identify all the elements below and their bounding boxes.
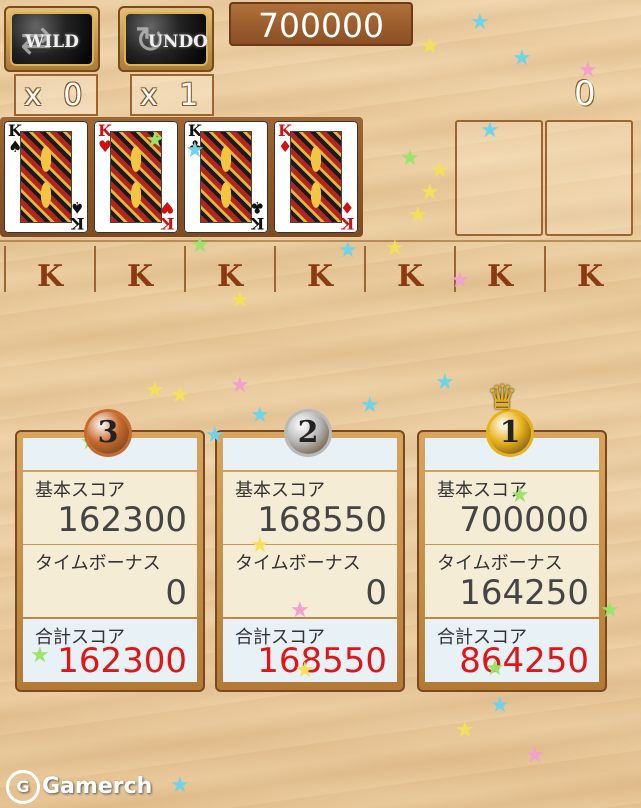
sparkle-star-icon: ★: [145, 378, 165, 403]
base-score-label: 基本スコア: [235, 480, 325, 501]
result-panel-2: 基本スコア 168550 タイムボーナス 0 合計スコア 168550: [215, 430, 405, 692]
result-panel-1: 基本スコア 700000 タイムボーナス 164250 合計スコア 864250: [417, 430, 607, 692]
empty-card-slot[interactable]: [545, 120, 633, 236]
time-bonus-value: 164250: [459, 573, 589, 613]
card-index-bottom: K ♥: [159, 198, 174, 233]
sparkle-star-icon: ★: [490, 693, 510, 718]
sparkle-star-icon: ★: [360, 393, 380, 418]
time-bonus-label: タイムボーナス: [437, 553, 563, 574]
watermark-text: Gamerch: [42, 774, 153, 799]
score-value: 700000: [258, 6, 384, 45]
rank-label: K: [94, 246, 184, 294]
sparkle-star-icon: ★: [190, 233, 210, 258]
wild-label: WILD: [25, 32, 79, 52]
wild-count-text: x 0: [24, 78, 89, 113]
king-face-art: [200, 131, 252, 223]
card-index-bottom: K ♠: [69, 198, 84, 233]
undo-label: UNDO: [148, 32, 208, 52]
sparkle-star-icon: ★: [600, 598, 620, 623]
sparkle-star-icon: ★: [430, 158, 450, 183]
undo-counter: x 1: [130, 74, 214, 116]
wild-counter: x 0: [14, 74, 98, 116]
base-score-value: 168550: [257, 500, 387, 540]
rank-medal-icon: 3: [87, 412, 129, 454]
sparkle-star-icon: ★: [435, 370, 455, 395]
sparkle-star-icon: ★: [578, 58, 598, 83]
base-score-label: 基本スコア: [35, 480, 125, 501]
sparkle-star-icon: ★: [512, 46, 532, 71]
time-bonus-value: 0: [165, 573, 187, 613]
king-face-art: [290, 131, 342, 223]
sparkle-star-icon: ★: [400, 146, 420, 171]
total-score-value: 162300: [57, 641, 187, 681]
sparkle-star-icon: ★: [170, 773, 190, 798]
sparkle-star-icon: ★: [30, 643, 50, 668]
sparkle-star-icon: ★: [290, 598, 310, 623]
card-index-bottom: K ♣: [249, 198, 264, 233]
rank-label: K: [544, 246, 634, 294]
total-score-value: 168550: [257, 641, 387, 681]
sparkle-star-icon: ★: [525, 743, 545, 768]
wild-button[interactable]: ⇄ WILD: [4, 6, 100, 72]
gamerch-watermark: G Gamerch: [6, 770, 152, 804]
sparkle-star-icon: ★: [485, 656, 505, 681]
score-display: 700000: [229, 2, 413, 46]
crown-icon: ♛: [487, 378, 518, 418]
playing-card[interactable]: K ♥ K ♥: [94, 121, 178, 233]
sparkle-star-icon: ★: [470, 10, 490, 35]
sparkle-star-icon: ★: [185, 138, 205, 163]
sparkle-star-icon: ★: [230, 288, 250, 313]
time-bonus-value: 0: [365, 573, 387, 613]
playing-card[interactable]: K ♠ K ♠: [4, 121, 88, 233]
sparkle-star-icon: ★: [250, 533, 270, 558]
sparkle-star-icon: ★: [408, 203, 428, 228]
sparkle-star-icon: ★: [480, 118, 500, 143]
time-bonus-label: タイムボーナス: [35, 553, 161, 574]
sparkle-star-icon: ★: [385, 236, 405, 261]
rank-medal-icon: 1: [489, 412, 531, 454]
total-score-value: 864250: [459, 641, 589, 681]
sparkle-star-icon: ★: [205, 423, 225, 448]
sparkle-star-icon: ★: [338, 238, 358, 263]
sparkle-star-icon: ★: [295, 658, 315, 683]
sparkle-star-icon: ★: [420, 34, 440, 59]
sparkle-star-icon: ★: [170, 383, 190, 408]
gamerch-logo-icon: G: [6, 770, 40, 804]
card-index-bottom: K ♦: [339, 198, 354, 233]
sparkle-star-icon: ★: [145, 128, 165, 153]
sparkle-star-icon: ★: [510, 483, 530, 508]
rank-label: K: [4, 246, 94, 294]
sparkle-star-icon: ★: [230, 373, 250, 398]
rank-label: K: [364, 246, 454, 294]
undo-button[interactable]: ↻ UNDO: [118, 6, 214, 72]
sparkle-star-icon: ★: [420, 180, 440, 205]
undo-count-text: x 1: [140, 78, 205, 113]
king-face-art: [20, 131, 72, 223]
base-score-value: 162300: [57, 500, 187, 540]
playing-card[interactable]: K ♦ K ♦: [274, 121, 358, 233]
rank-medal-icon: 2: [287, 412, 329, 454]
sparkle-star-icon: ★: [455, 718, 475, 743]
sparkle-star-icon: ★: [450, 268, 470, 293]
sparkle-star-icon: ★: [250, 403, 270, 428]
